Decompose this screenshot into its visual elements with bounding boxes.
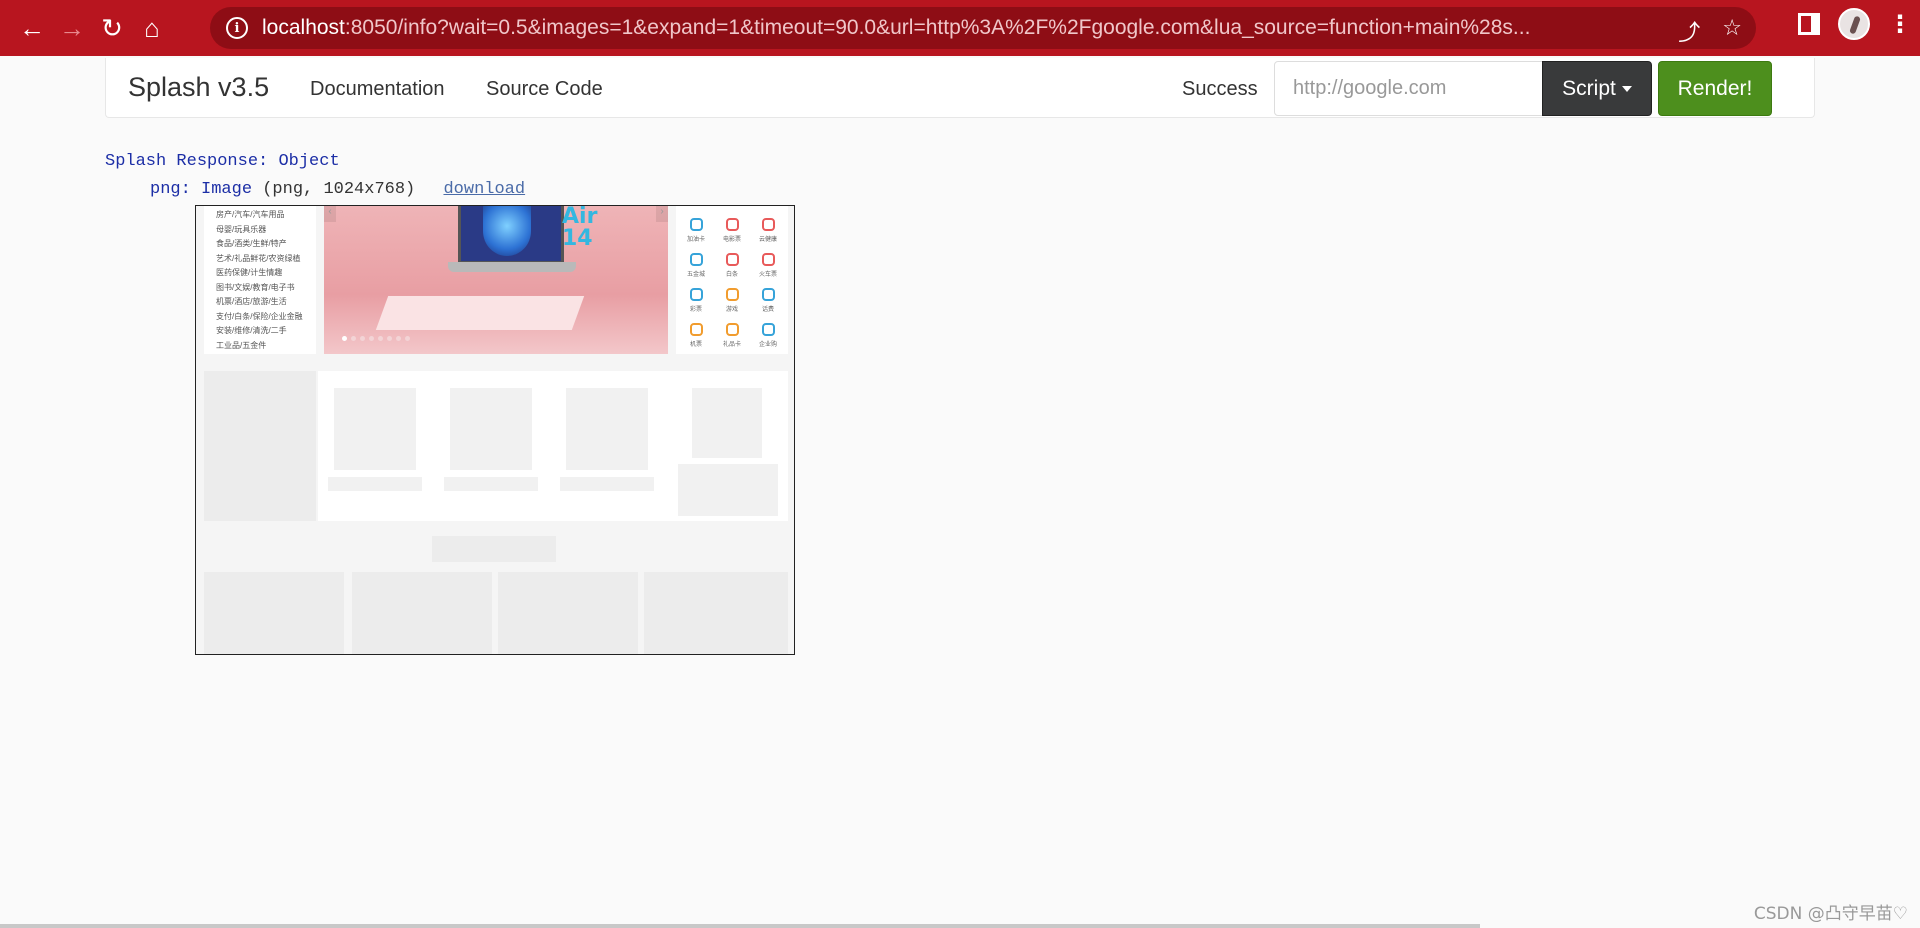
bookmark-star-icon[interactable]: ☆ <box>1722 15 1742 47</box>
service-icon <box>761 323 775 336</box>
service-icon <box>689 253 703 266</box>
back-icon[interactable]: ← <box>12 8 52 48</box>
side-panel-icon[interactable] <box>1798 13 1820 35</box>
service-icon <box>689 288 703 301</box>
address-url[interactable]: localhost:8050/info?wait=0.5&images=1&ex… <box>262 16 1652 40</box>
skeleton-block <box>204 371 316 521</box>
address-bar[interactable]: i localhost:8050/info?wait=0.5&images=1&… <box>210 7 1756 49</box>
nav-link-source-code[interactable]: Source Code <box>486 78 603 101</box>
service-icon <box>761 288 775 301</box>
caret-down-icon <box>1621 85 1632 92</box>
service-icon <box>725 253 739 266</box>
download-link[interactable]: download <box>443 180 525 199</box>
watermark: CSDN @凸守早苗♡ <box>1753 904 1908 924</box>
service-icon <box>689 323 703 336</box>
service-icon <box>761 253 775 266</box>
share-icon[interactable]: ⤴ <box>1678 15 1700 47</box>
service-icon <box>689 218 703 231</box>
splash-navbar: Splash v3.5 Documentation Source Code Su… <box>105 58 1815 118</box>
nav-link-documentation[interactable]: Documentation <box>310 78 445 101</box>
status-text: Success <box>1182 78 1258 100</box>
brand[interactable]: Splash v3.5 <box>128 72 269 103</box>
preview-category-list: 房产/汽车/汽车用品 母婴/玩具乐器 食品/酒类/生鲜/特产 艺术/礼品鲜花/农… <box>204 206 316 354</box>
browser-toolbar: ← → ↻ ⌂ i localhost:8050/info?wait=0.5&i… <box>0 0 1920 56</box>
banner-dots <box>342 336 410 341</box>
banner-text: Air 14 <box>562 206 598 251</box>
preview-service-grid: 加油卡 电影票 云健康 五金城 白条 火车票 彩票 游戏 话费 机票 礼品卡 企… <box>676 206 788 354</box>
service-icon <box>725 288 739 301</box>
script-dropdown-button[interactable]: Script <box>1542 61 1652 116</box>
service-icon <box>725 218 739 231</box>
script-label: Script <box>1562 76 1616 100</box>
reload-icon[interactable]: ↻ <box>92 8 132 48</box>
service-icon <box>725 323 739 336</box>
preview-banner: ‹ › Air 14 <box>324 206 668 354</box>
profile-avatar[interactable] <box>1838 8 1870 40</box>
home-icon[interactable]: ⌂ <box>132 8 172 48</box>
banner-prev-icon: ‹ <box>324 206 336 222</box>
horizontal-scrollbar[interactable] <box>0 924 1480 928</box>
response-png-line: png: Image (png, 1024x768) download <box>150 180 526 199</box>
render-button[interactable]: Render! <box>1658 61 1772 116</box>
response-header: Splash Response: Object <box>105 152 340 171</box>
rendered-png-preview[interactable]: 房产/汽车/汽车用品 母婴/玩具乐器 食品/酒类/生鲜/特产 艺术/礼品鲜花/农… <box>195 205 795 655</box>
banner-next-icon: › <box>656 206 668 222</box>
url-input[interactable] <box>1274 61 1544 116</box>
forward-icon[interactable]: → <box>52 8 92 48</box>
menu-kebab-icon[interactable]: ⋮ <box>1888 10 1912 39</box>
laptop-image <box>448 206 576 286</box>
site-info-icon[interactable]: i <box>226 17 248 39</box>
service-icon <box>761 218 775 231</box>
